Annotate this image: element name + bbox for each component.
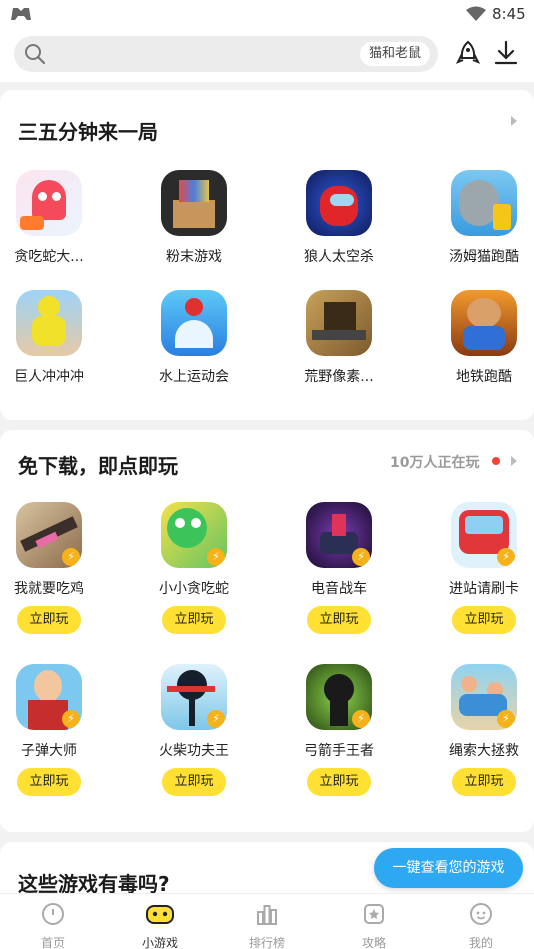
giant-rush-icon (16, 290, 82, 356)
snake-game-icon (16, 170, 82, 236)
archer-king-icon: ⚡ (306, 664, 372, 730)
gamepad-icon (146, 905, 174, 924)
game-name: 绳索大拯救 (449, 743, 519, 759)
game-item[interactable]: ⚡ 进站请刷卡 立即玩 (424, 502, 534, 634)
game-name: 地铁跑酷 (456, 369, 512, 385)
game-item[interactable]: 狼人太空杀 (279, 170, 399, 266)
game-name: 汤姆猫跑酷 (449, 249, 519, 265)
game-name: 荒野像素... (304, 369, 374, 385)
nav-guide[interactable]: 攻略 (334, 902, 414, 949)
tom-cat-run-icon (451, 170, 517, 236)
game-item[interactable]: ⚡ 小小贪吃蛇 立即玩 (134, 502, 254, 634)
live-dot (492, 457, 500, 465)
players-count: 10万人正在玩 (390, 455, 480, 471)
play-now-button[interactable]: 立即玩 (17, 768, 81, 796)
nav-profile[interactable]: 我的 (441, 902, 521, 949)
game-name: 巨人冲冲冲 (14, 369, 84, 385)
nav-label: 排行榜 (248, 936, 285, 949)
bullet-master-icon: ⚡ (16, 664, 82, 730)
game-item[interactable]: 粉末游戏 (134, 170, 254, 266)
game-item[interactable]: ⚡ 火柴功夫王 立即玩 (134, 664, 254, 796)
bus-card-icon: ⚡ (451, 502, 517, 568)
game-name: 子弹大师 (21, 743, 77, 759)
ranking-icon (257, 905, 277, 925)
search-hint-chip[interactable]: 猫和老鼠 (359, 42, 430, 66)
home-icon (42, 903, 64, 925)
wifi-icon (466, 6, 486, 21)
play-now-button[interactable]: 立即玩 (307, 768, 371, 796)
game-item[interactable]: 巨人冲冲冲 (0, 290, 109, 386)
game-item[interactable]: 汤姆猫跑酷 (424, 170, 534, 266)
play-now-button[interactable]: 立即玩 (452, 606, 516, 634)
nav-label: 我的 (468, 936, 493, 949)
play-now-button[interactable]: 立即玩 (162, 606, 226, 634)
lightning-icon: ⚡ (62, 548, 80, 566)
game-name: 进站请刷卡 (449, 581, 519, 597)
check-my-games-button[interactable]: 一键查看您的游戏 (374, 848, 523, 888)
search-bar[interactable]: 猫和老鼠 (14, 36, 438, 72)
search-icon (25, 44, 46, 65)
lightning-icon: ⚡ (207, 548, 225, 566)
game-item[interactable]: ⚡ 绳索大拯救 立即玩 (424, 664, 534, 796)
top-bar: 猫和老鼠 (0, 30, 534, 82)
game-item[interactable]: ⚡ 子弹大师 立即玩 (0, 664, 109, 796)
lightning-icon: ⚡ (497, 548, 515, 566)
game-item[interactable]: 水上运动会 (134, 290, 254, 386)
game-item[interactable]: 地铁跑酷 (424, 290, 534, 386)
game-item[interactable]: 荒野像素... (279, 290, 399, 386)
clock: 8:45 (492, 5, 526, 23)
lightning-icon: ⚡ (497, 710, 515, 728)
little-snake-icon: ⚡ (161, 502, 227, 568)
game-name: 火柴功夫王 (159, 743, 229, 759)
game-name: 电音战车 (311, 581, 367, 597)
game-name: 弓箭手王者 (304, 743, 374, 759)
game-name: 粉末游戏 (166, 249, 222, 265)
section-title: 三五分钟来一局 (18, 120, 158, 144)
status-bar: 8:45 (0, 0, 534, 30)
wild-pixel-icon (306, 290, 372, 356)
nav-label: 攻略 (361, 936, 386, 949)
download-icon[interactable] (494, 40, 518, 66)
lightning-icon: ⚡ (352, 710, 370, 728)
game-item[interactable]: ⚡ 弓箭手王者 立即玩 (279, 664, 399, 796)
rocket-icon[interactable] (455, 40, 481, 68)
nav-mini-games[interactable]: 小游戏 (120, 902, 200, 949)
play-now-button[interactable]: 立即玩 (17, 606, 81, 634)
music-tank-icon: ⚡ (306, 502, 372, 568)
game-item[interactable]: 贪吃蛇大... (0, 170, 109, 266)
nav-label: 小游戏 (141, 936, 178, 949)
game-name: 我就要吃鸡 (14, 581, 84, 597)
lightning-icon: ⚡ (352, 548, 370, 566)
chicken-shooter-icon: ⚡ (16, 502, 82, 568)
play-now-button[interactable]: 立即玩 (452, 768, 516, 796)
lightning-icon: ⚡ (207, 710, 225, 728)
guide-icon (364, 904, 384, 924)
nav-ranking[interactable]: 排行榜 (227, 902, 307, 949)
game-name: 狼人太空杀 (304, 249, 374, 265)
chevron-right-icon[interactable] (511, 116, 517, 126)
game-name: 贪吃蛇大... (14, 249, 84, 265)
section-title: 免下载，即点即玩 (18, 454, 178, 478)
gamepad-app-icon (11, 8, 31, 20)
game-item[interactable]: ⚡ 电音战车 立即玩 (279, 502, 399, 634)
nav-home[interactable]: 首页 (13, 902, 93, 949)
game-item[interactable]: ⚡ 我就要吃鸡 立即玩 (0, 502, 109, 634)
game-name: 水上运动会 (159, 369, 229, 385)
profile-icon (470, 903, 492, 925)
water-sports-icon (161, 290, 227, 356)
space-werewolf-icon (306, 170, 372, 236)
instant-play-card: 免下载，即点即玩 10万人正在玩 ⚡ 我就要吃鸡 立即玩 ⚡ 小小贪吃蛇 立即玩… (0, 430, 534, 832)
lightning-icon: ⚡ (62, 710, 80, 728)
stick-kungfu-icon: ⚡ (161, 664, 227, 730)
play-now-button[interactable]: 立即玩 (162, 768, 226, 796)
bottom-nav: 首页 小游戏 排行榜 攻略 我的 (0, 893, 534, 949)
nav-label: 首页 (40, 936, 65, 949)
play-now-button[interactable]: 立即玩 (307, 606, 371, 634)
quick-games-card: 三五分钟来一局 贪吃蛇大... 粉末游戏 狼人太空杀 汤姆猫跑酷 巨人冲冲冲 水… (0, 90, 534, 420)
game-name: 小小贪吃蛇 (159, 581, 229, 597)
rope-rescue-icon: ⚡ (451, 664, 517, 730)
subway-surfers-icon (451, 290, 517, 356)
chevron-right-icon[interactable] (511, 456, 517, 466)
powder-game-icon (161, 170, 227, 236)
